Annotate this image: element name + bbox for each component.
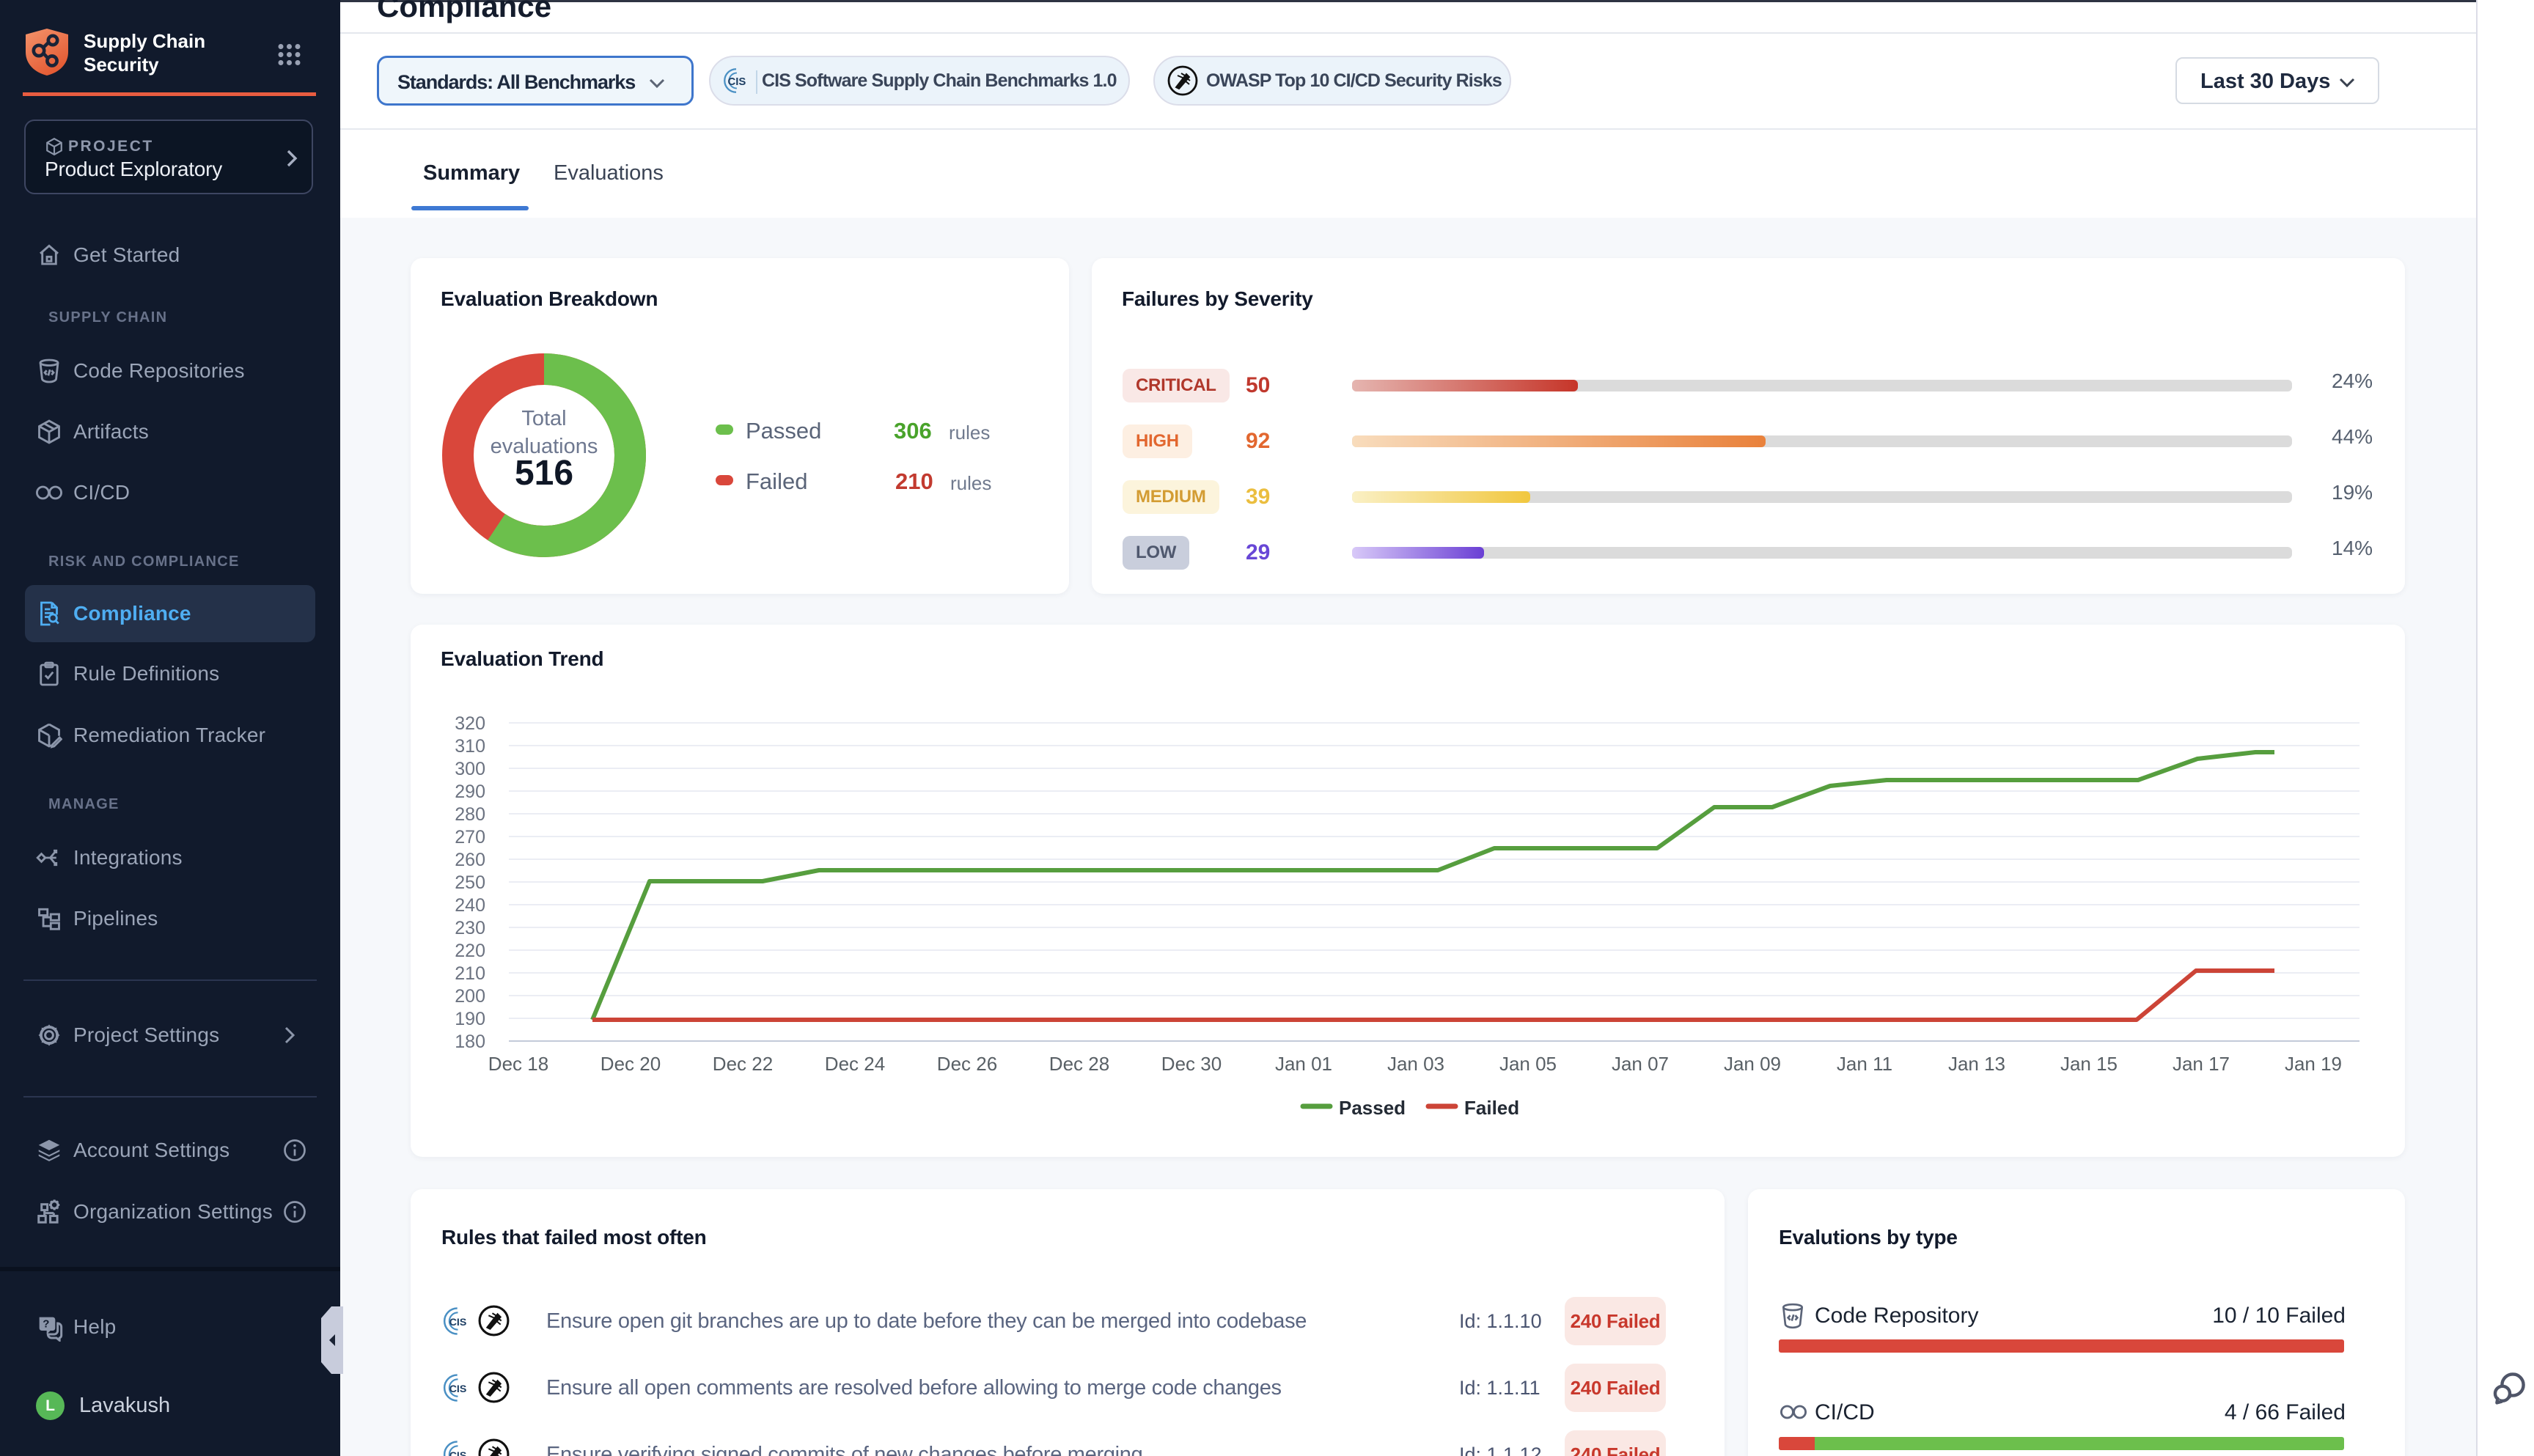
svg-text:310: 310 bbox=[455, 736, 485, 757]
svg-text:Jan 05: Jan 05 bbox=[1499, 1053, 1557, 1075]
svg-text:240: 240 bbox=[455, 895, 485, 916]
svg-text:Jan 07: Jan 07 bbox=[1612, 1053, 1669, 1075]
svg-text:Dec 26: Dec 26 bbox=[937, 1053, 997, 1075]
svg-text:Dec 28: Dec 28 bbox=[1049, 1053, 1109, 1075]
svg-text:300: 300 bbox=[455, 759, 485, 779]
svg-text:Jan 19: Jan 19 bbox=[2285, 1053, 2342, 1075]
svg-text:220: 220 bbox=[455, 941, 485, 961]
svg-text:Jan 17: Jan 17 bbox=[2173, 1053, 2230, 1075]
svg-text:250: 250 bbox=[455, 872, 485, 893]
svg-text:180: 180 bbox=[455, 1032, 485, 1052]
svg-text:CIS: CIS bbox=[449, 1450, 467, 1456]
svg-text:270: 270 bbox=[455, 827, 485, 848]
svg-text:CIS: CIS bbox=[727, 76, 746, 88]
svg-text:Dec 24: Dec 24 bbox=[825, 1053, 885, 1075]
svg-text:Passed: Passed bbox=[1339, 1097, 1406, 1119]
svg-text:Jan 03: Jan 03 bbox=[1387, 1053, 1444, 1075]
svg-text:Jan 11: Jan 11 bbox=[1837, 1053, 1892, 1075]
svg-text:Dec 22: Dec 22 bbox=[713, 1053, 773, 1075]
svg-text:260: 260 bbox=[455, 850, 485, 870]
svg-text:290: 290 bbox=[455, 782, 485, 802]
svg-text:Failed: Failed bbox=[1464, 1097, 1519, 1119]
svg-text:230: 230 bbox=[455, 918, 485, 938]
svg-text:200: 200 bbox=[455, 986, 485, 1007]
svg-text:Dec 30: Dec 30 bbox=[1161, 1053, 1222, 1075]
svg-text:?: ? bbox=[43, 1318, 49, 1331]
svg-text:Dec 18: Dec 18 bbox=[488, 1053, 548, 1075]
svg-text:CIS: CIS bbox=[449, 1317, 467, 1328]
svg-text:Jan 09: Jan 09 bbox=[1724, 1053, 1781, 1075]
svg-text:Jan 13: Jan 13 bbox=[1948, 1053, 2005, 1075]
svg-text:320: 320 bbox=[455, 713, 485, 734]
svg-text:Jan 01: Jan 01 bbox=[1275, 1053, 1332, 1075]
svg-text:190: 190 bbox=[455, 1009, 485, 1029]
svg-text:CIS: CIS bbox=[449, 1383, 467, 1395]
svg-text:Dec 20: Dec 20 bbox=[601, 1053, 661, 1075]
svg-text:Jan 15: Jan 15 bbox=[2060, 1053, 2118, 1075]
svg-text:280: 280 bbox=[455, 804, 485, 825]
svg-text:210: 210 bbox=[455, 963, 485, 984]
